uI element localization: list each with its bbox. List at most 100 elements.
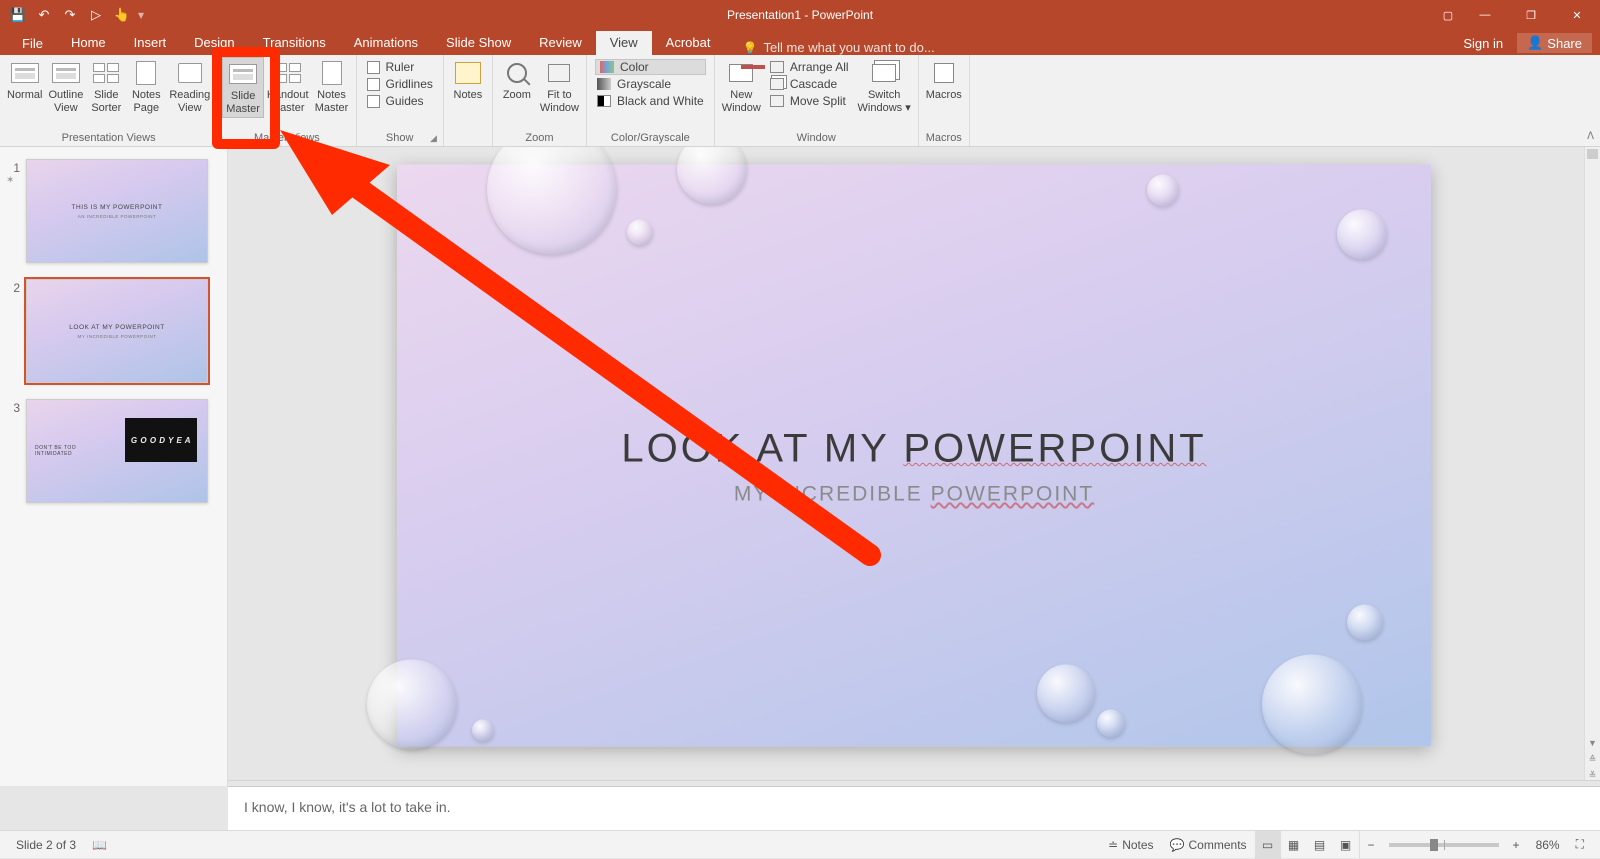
spellcheck-icon[interactable]: 📖	[84, 831, 115, 858]
tab-insert[interactable]: Insert	[120, 31, 181, 55]
touch-mode-button[interactable]: 👆	[110, 3, 134, 27]
thumbnail-number: 3	[6, 399, 20, 503]
slide-subtitle[interactable]: MY INCREDIBLE POWERPOINT	[397, 482, 1431, 506]
comments-toggle[interactable]: 💬 Comments	[1162, 831, 1255, 858]
start-from-beginning-button[interactable]: ▷	[84, 3, 108, 27]
tab-acrobat[interactable]: Acrobat	[652, 31, 725, 55]
group-label: Window	[719, 132, 914, 145]
slide-thumbnail[interactable]: 2 LOOK AT MY POWERPOINT MY INCREDIBLE PO…	[0, 277, 227, 397]
fit-to-window-button[interactable]: Fit to Window	[537, 57, 582, 116]
zoom-slider[interactable]	[1389, 843, 1499, 847]
group-label: Macros	[923, 132, 965, 145]
thumbnail-media: G O O D Y E A	[125, 418, 197, 462]
scroll-down-icon[interactable]: ▼	[1585, 738, 1600, 754]
qat-dropdown-icon[interactable]: ▾	[136, 8, 146, 22]
undo-button[interactable]: ↶	[32, 3, 56, 27]
window-controls: ▢ — ❐ ✕	[1434, 0, 1600, 30]
group-label: Color/Grayscale	[591, 132, 710, 145]
ribbon: Normal Outline View Slide Sorter Notes P…	[0, 55, 1600, 147]
thumbnail-title: LOOK AT MY POWERPOINT	[69, 324, 164, 331]
slide-title[interactable]: LOOK AT MY POWERPOINT	[397, 424, 1431, 471]
notes-button[interactable]: Notes	[448, 57, 488, 104]
guides-checkbox[interactable]: Guides	[365, 93, 435, 109]
close-button[interactable]: ✕	[1554, 0, 1600, 30]
tab-transitions[interactable]: Transitions	[249, 31, 340, 55]
group-color-grayscale: Color Grayscale Black and White Color/Gr…	[587, 55, 715, 146]
lightbulb-icon: 💡	[742, 41, 757, 55]
slide-thumbnail[interactable]: 1 ✶ THIS IS MY POWERPOINT AN INCREDIBLE …	[0, 157, 227, 277]
gridlines-checkbox[interactable]: Gridlines	[365, 76, 435, 92]
normal-view-button[interactable]: Normal	[4, 57, 45, 104]
thumbnail-subtitle: MY INCREDIBLE POWERPOINT	[78, 334, 157, 339]
switch-windows-button[interactable]: Switch Windows ▾	[855, 57, 914, 116]
fit-slide-button[interactable]: ⛶	[1568, 831, 1592, 858]
slide-master-button[interactable]: Slide Master	[222, 57, 264, 118]
minimize-button[interactable]: —	[1462, 0, 1508, 30]
notes-page-button[interactable]: Notes Page	[126, 57, 166, 116]
notes-master-button[interactable]: Notes Master	[312, 57, 352, 116]
maximize-button[interactable]: ❐	[1508, 0, 1554, 30]
grayscale-button[interactable]: Grayscale	[595, 76, 706, 92]
outline-view-button[interactable]: Outline View	[45, 57, 86, 116]
share-button[interactable]: 👤 Share	[1517, 33, 1592, 53]
thumbnail-subtitle: AN INCREDIBLE POWERPOINT	[78, 214, 157, 219]
cascade-button[interactable]: Cascade	[768, 76, 851, 92]
ribbon-tabs: File Home Insert Design Transitions Anim…	[0, 30, 1600, 55]
reading-view-button[interactable]: Reading View	[166, 57, 213, 116]
title-bar: 💾 ↶ ↷ ▷ 👆 ▾ Presentation1 - PowerPoint ▢…	[0, 0, 1600, 30]
new-window-button[interactable]: New Window	[719, 57, 764, 116]
dialog-launcher-icon[interactable]: ◢	[430, 133, 437, 144]
quick-access-toolbar: 💾 ↶ ↷ ▷ 👆 ▾	[0, 3, 146, 27]
workspace: 1 ✶ THIS IS MY POWERPOINT AN INCREDIBLE …	[0, 147, 1600, 786]
scrollbar-thumb[interactable]	[1587, 149, 1598, 159]
save-button[interactable]: 💾	[6, 3, 30, 27]
move-split-button[interactable]: Move Split	[768, 93, 851, 109]
tell-me-placeholder: Tell me what you want to do...	[763, 40, 934, 55]
thumbnail-title: DON'T BE TOO INTIMIDATED	[35, 445, 115, 457]
zoom-in-button[interactable]: +	[1505, 831, 1528, 858]
window-title: Presentation1 - PowerPoint	[727, 8, 873, 22]
tab-home[interactable]: Home	[57, 31, 120, 55]
group-label: Zoom	[497, 132, 582, 145]
vertical-scrollbar[interactable]: ▲ ▼ ≙ ≚	[1584, 147, 1600, 786]
zoom-out-button[interactable]: −	[1359, 831, 1383, 858]
collapse-ribbon-button[interactable]: ᐱ	[1587, 131, 1594, 142]
slide-edit-area[interactable]: LOOK AT MY POWERPOINT MY INCREDIBLE POWE…	[228, 147, 1600, 786]
notes-text[interactable]: I know, I know, it's a lot to take in.	[244, 799, 451, 815]
thumbnail-number: 2	[6, 279, 20, 383]
slideshow-view-icon[interactable]: ▣	[1333, 831, 1359, 859]
redo-button[interactable]: ↷	[58, 3, 82, 27]
tab-review[interactable]: Review	[525, 31, 596, 55]
normal-view-icon[interactable]: ▭	[1255, 831, 1281, 859]
slide-sorter-button[interactable]: Slide Sorter	[86, 57, 126, 116]
group-window: New Window Arrange All Cascade Move Spli…	[715, 55, 919, 146]
tab-view[interactable]: View	[596, 31, 652, 55]
arrange-all-button[interactable]: Arrange All	[768, 59, 851, 75]
prev-slide-icon[interactable]: ≙	[1585, 754, 1600, 770]
tab-design[interactable]: Design	[180, 31, 248, 55]
tab-slide-show[interactable]: Slide Show	[432, 31, 525, 55]
color-button[interactable]: Color	[595, 59, 706, 75]
group-notes: Notes	[444, 55, 493, 146]
sign-in-link[interactable]: Sign in	[1463, 36, 1503, 51]
slide-thumbnails-pane[interactable]: 1 ✶ THIS IS MY POWERPOINT AN INCREDIBLE …	[0, 147, 228, 786]
reading-view-icon[interactable]: ▤	[1307, 831, 1333, 859]
tab-file[interactable]: File	[8, 32, 57, 55]
zoom-button[interactable]: Zoom	[497, 57, 537, 104]
handout-master-button[interactable]: Handout Master	[264, 57, 312, 116]
zoom-percent[interactable]: 86%	[1528, 831, 1568, 858]
slide-counter[interactable]: Slide 2 of 3	[8, 831, 84, 858]
sorter-view-icon[interactable]: ▦	[1281, 831, 1307, 859]
ruler-checkbox[interactable]: Ruler	[365, 59, 435, 75]
slide-canvas[interactable]: LOOK AT MY POWERPOINT MY INCREDIBLE POWE…	[397, 164, 1431, 746]
group-label: Show◢	[361, 132, 439, 145]
slide-thumbnail[interactable]: 3 DON'T BE TOO INTIMIDATED G O O D Y E A	[0, 397, 227, 517]
tell-me-search[interactable]: 💡 Tell me what you want to do...	[742, 40, 934, 55]
ribbon-display-options-button[interactable]: ▢	[1434, 0, 1462, 30]
black-white-button[interactable]: Black and White	[595, 93, 706, 109]
notes-toggle[interactable]: ≐ Notes	[1100, 831, 1161, 858]
tab-animations[interactable]: Animations	[340, 31, 432, 55]
notes-pane[interactable]: I know, I know, it's a lot to take in.	[228, 786, 1600, 830]
status-bar: Slide 2 of 3 📖 ≐ Notes 💬 Comments ▭ ▦ ▤ …	[0, 830, 1600, 858]
macros-button[interactable]: Macros	[923, 57, 965, 104]
